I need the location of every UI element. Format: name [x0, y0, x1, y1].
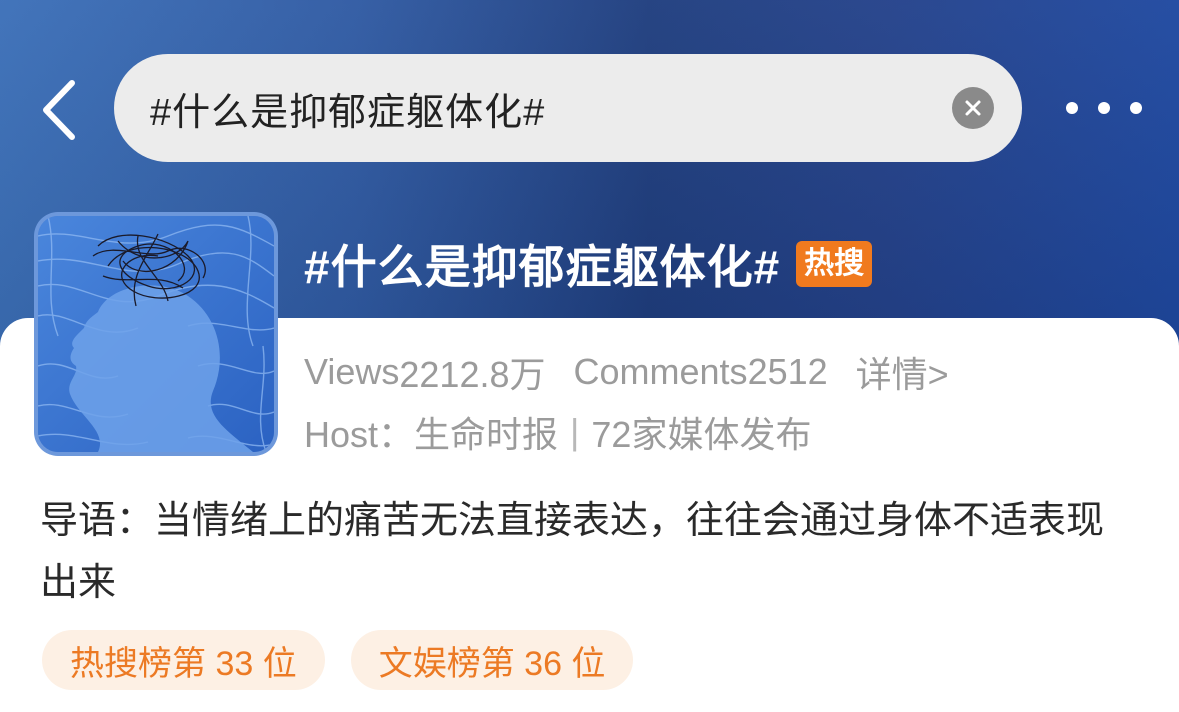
hot-badge: 热搜 — [796, 241, 873, 287]
tag-entertainment-rank[interactable]: 文娱榜第 36 位 — [350, 630, 634, 690]
more-dot-icon — [1130, 102, 1142, 114]
topic-stats: Views 2212.8万 Comments 2512 详情> — [304, 346, 949, 398]
comments-count: 2512 — [747, 351, 828, 392]
search-bar[interactable]: #什么是抑郁症躯体化# — [114, 54, 1022, 162]
separator: | — [570, 411, 580, 452]
topic-cover-image[interactable] — [34, 212, 278, 456]
tag-hot-search-rank[interactable]: 热搜榜第 33 位 — [42, 630, 325, 690]
comments-label: Comments — [573, 351, 748, 392]
search-input[interactable]: #什么是抑郁症躯体化# — [150, 81, 952, 136]
chevron-left-icon — [43, 80, 75, 140]
more-dot-icon — [1066, 102, 1078, 114]
host-name[interactable]: 生命时报 — [414, 406, 558, 458]
views-count: 2212.8万 — [399, 354, 546, 395]
more-options-button[interactable] — [1066, 90, 1142, 126]
media-count[interactable]: 72家媒体发布 — [591, 406, 811, 458]
ranking-tags: 热搜榜第 33 位 文娱榜第 36 位 — [42, 630, 634, 690]
back-button[interactable] — [36, 78, 80, 142]
topic-host: Host： 生命时报 | 72家媒体发布 — [304, 406, 811, 458]
clear-search-button[interactable] — [952, 87, 994, 129]
depressed-woman-illustration — [38, 216, 274, 452]
detail-link[interactable]: 详情> — [856, 346, 949, 398]
close-icon — [965, 100, 981, 116]
topic-title: #什么是抑郁症躯体化# — [304, 241, 781, 293]
topic-intro: 导语：当情绪上的痛苦无法直接表达，往往会通过身体不适表现出来 — [40, 500, 1105, 604]
topic-header: #什么是抑郁症躯体化# 热搜 — [304, 232, 873, 296]
more-dot-icon — [1098, 102, 1110, 114]
views-label: Views — [304, 351, 400, 392]
host-label: Host： — [304, 414, 415, 455]
